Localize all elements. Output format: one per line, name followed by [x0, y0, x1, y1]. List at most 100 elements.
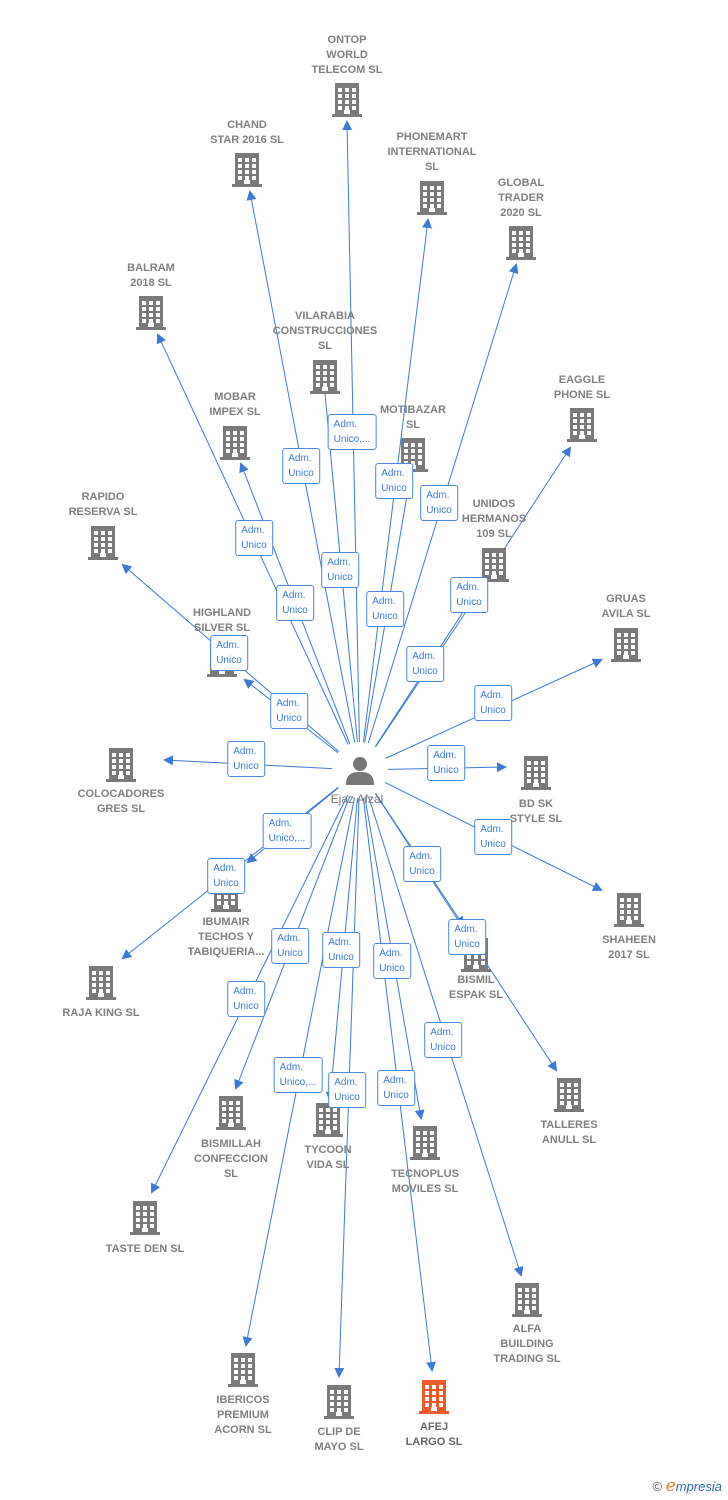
- company-clip-de-mayo-sl[interactable]: CLIP DE MAYO SL: [314, 1425, 363, 1455]
- building-icon[interactable]: [324, 1385, 354, 1419]
- building-icon[interactable]: [220, 426, 250, 460]
- company-name-line: INTERNATIONAL: [387, 146, 477, 158]
- role-text: Unico: [412, 666, 438, 677]
- company-tecnoplus-moviles-sl[interactable]: TECNOPLUS MOVILES SL: [391, 1167, 459, 1197]
- company-unidos-hermanos-109-sl[interactable]: UNIDOS HERMANOS 109 SL: [462, 497, 526, 542]
- role-label[interactable]: Adm. Unico,...: [273, 1057, 323, 1093]
- company-name-line: ESPAK SL: [448, 989, 504, 1001]
- role-label[interactable]: Adm. Unico: [366, 591, 404, 627]
- building-icon[interactable]: [419, 1380, 449, 1414]
- company-name-line: SL: [405, 419, 421, 431]
- role-label[interactable]: Adm. Unico: [420, 485, 458, 521]
- company-bismil-espak-sl[interactable]: BISMIL ESPAK SL: [449, 973, 503, 1003]
- company-name-line: VIDA SL: [306, 1159, 350, 1171]
- role-label[interactable]: Adm. Unico: [474, 819, 512, 855]
- building-icon[interactable]: [521, 756, 551, 790]
- center-person-name[interactable]: Ejaz Afzal: [331, 792, 384, 806]
- building-icon[interactable]: [611, 628, 641, 662]
- company-talleres-anull-sl[interactable]: TALLERES ANULL SL: [540, 1118, 597, 1148]
- company-name-line: MOVILES SL: [391, 1183, 459, 1195]
- role-label[interactable]: Adm. Unico: [321, 552, 359, 588]
- building-icon[interactable]: [332, 83, 362, 117]
- company-motibazar-sl[interactable]: MOTIBAZAR SL: [380, 403, 446, 433]
- building-icon[interactable]: [86, 966, 116, 1000]
- role-text: Adm.: [288, 453, 312, 464]
- company-taste-den-sl[interactable]: TASTE DEN SL: [106, 1242, 185, 1257]
- company-mobar-impex-sl[interactable]: MOBAR IMPEX SL: [209, 390, 260, 420]
- building-icon[interactable]: [106, 748, 136, 782]
- company-rapido-reserva-sl[interactable]: RAPIDO RESERVA SL: [69, 490, 138, 520]
- role-label[interactable]: Adm. Unico: [328, 1072, 366, 1108]
- company-name-line: TRADER: [498, 192, 544, 204]
- role-label[interactable]: Adm. Unico: [210, 635, 248, 671]
- company-bd-sk-style-sl[interactable]: BD SK STYLE SL: [510, 797, 563, 827]
- role-label[interactable]: Adm. Unico: [377, 1070, 415, 1106]
- building-icon[interactable]: [228, 1353, 258, 1387]
- person-icon[interactable]: [345, 755, 375, 785]
- company-name-line: TYCOON: [304, 1144, 352, 1156]
- company-tycoon-vida-sl[interactable]: TYCOON VIDA SL: [304, 1143, 351, 1173]
- building-icon[interactable]: [313, 1103, 343, 1137]
- role-text: Adm.: [233, 986, 257, 997]
- role-text: Unico: [480, 839, 506, 850]
- company-name-line: PHONE SL: [553, 389, 611, 401]
- role-label[interactable]: Adm. Unico: [424, 1022, 462, 1058]
- company-ibericos-premium-acorn-sl[interactable]: IBERICOS PREMIUM ACORN SL: [214, 1393, 271, 1438]
- empresia-logo: © empresia: [652, 1476, 722, 1496]
- company-shaheen-2017-sl[interactable]: SHAHEEN 2017 SL: [602, 933, 656, 963]
- company-balram-2018-sl[interactable]: BALRAM 2018 SL: [127, 261, 175, 291]
- building-icon[interactable]: [512, 1283, 542, 1317]
- role-text: Adm.: [241, 525, 265, 536]
- building-icon[interactable]: [417, 181, 447, 215]
- building-icon[interactable]: [554, 1078, 584, 1112]
- role-label[interactable]: Adm. Unico: [375, 463, 413, 499]
- building-icon[interactable]: [130, 1201, 160, 1235]
- company-highland-silver-sl[interactable]: HIGHLAND SILVER SL: [193, 606, 251, 636]
- company-name-line: IBUMAIR: [202, 916, 250, 928]
- role-label[interactable]: Adm. Unico: [450, 577, 488, 613]
- building-icon[interactable]: [136, 296, 166, 330]
- role-text: Unico: [372, 611, 398, 622]
- role-label[interactable]: Adm. Unico: [406, 646, 444, 682]
- company-name-line: AVILA SL: [601, 608, 651, 620]
- building-icon[interactable]: [567, 408, 597, 442]
- role-label[interactable]: Adm. Unico: [235, 520, 273, 556]
- company-eaggle-phone-sl[interactable]: EAGGLE PHONE SL: [554, 373, 610, 403]
- role-label[interactable]: Adm. Unico: [207, 858, 245, 894]
- role-label[interactable]: Adm. Unico,...: [327, 414, 377, 450]
- company-afej-largo-sl[interactable]: AFEJ LARGO SL: [406, 1420, 463, 1450]
- company-phonemart-international-sl[interactable]: PHONEMART INTERNATIONAL SL: [387, 130, 476, 175]
- building-icon[interactable]: [506, 226, 536, 260]
- building-icon[interactable]: [88, 526, 118, 560]
- company-alfa-building-trading-sl[interactable]: ALFA BUILDING TRADING SL: [493, 1322, 560, 1367]
- role-label[interactable]: Adm. Unico: [448, 919, 486, 955]
- company-bismillah-confeccion-sl[interactable]: BISMILLAH CONFECCION SL: [194, 1137, 268, 1182]
- role-label[interactable]: Adm. Unico: [322, 932, 360, 968]
- role-label[interactable]: Adm. Unico: [373, 943, 411, 979]
- company-ibumair-techos-y-tabiqueria[interactable]: IBUMAIR TECHOS Y TABIQUERIA...: [188, 915, 265, 960]
- company-ontop-world-telecom-sl[interactable]: ONTOP WORLD TELECOM SL: [312, 33, 383, 78]
- role-label[interactable]: Adm. Unico: [271, 928, 309, 964]
- building-icon[interactable]: [310, 360, 340, 394]
- company-raja-king-sl[interactable]: RAJA KING SL: [62, 1006, 139, 1021]
- role-label[interactable]: Adm. Unico: [227, 741, 265, 777]
- role-label[interactable]: Adm. Unico: [227, 981, 265, 1017]
- role-label[interactable]: Adm. Unico: [403, 846, 441, 882]
- role-label[interactable]: Adm. Unico,...: [262, 813, 312, 849]
- company-name-line: GRES SL: [96, 803, 146, 815]
- company-colocadores-gres-sl[interactable]: COLOCADORES GRES SL: [78, 787, 165, 817]
- company-chand-star-2016-sl[interactable]: CHAND STAR 2016 SL: [210, 118, 284, 148]
- company-global-trader-2020-sl[interactable]: GLOBAL TRADER 2020 SL: [498, 176, 544, 221]
- building-icon[interactable]: [614, 893, 644, 927]
- building-icon[interactable]: [410, 1126, 440, 1160]
- role-label[interactable]: Adm. Unico: [474, 685, 512, 721]
- role-label[interactable]: Adm. Unico: [270, 693, 308, 729]
- building-icon[interactable]: [232, 153, 262, 187]
- role-label[interactable]: Adm. Unico: [282, 448, 320, 484]
- company-vilarabia-construcciones-sl[interactable]: VILARABIA CONSTRUCCIONES SL: [273, 309, 378, 354]
- company-gruas-avila-sl[interactable]: GRUAS AVILA SL: [602, 592, 651, 622]
- building-icon[interactable]: [216, 1096, 246, 1130]
- company-name-line: CHAND: [227, 119, 267, 131]
- role-label[interactable]: Adm. Unico: [427, 745, 465, 781]
- role-label[interactable]: Adm. Unico: [276, 585, 314, 621]
